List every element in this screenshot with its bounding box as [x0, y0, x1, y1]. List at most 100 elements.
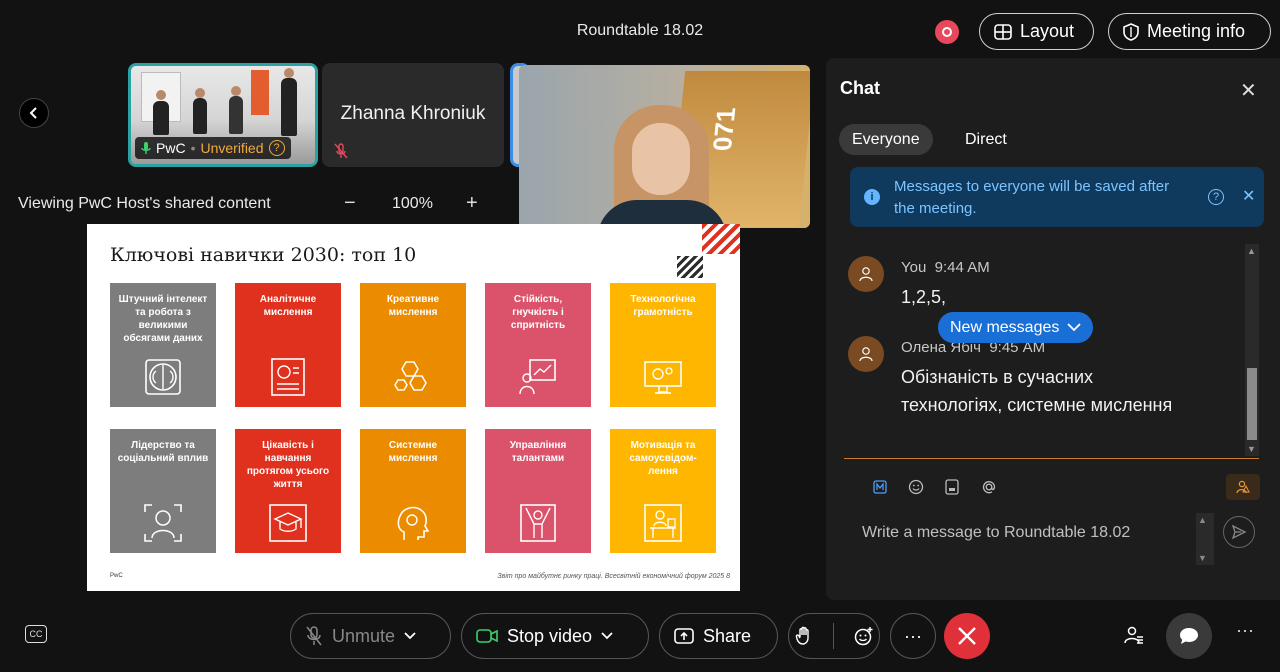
recording-indicator[interactable]	[935, 20, 959, 44]
chevron-down-icon[interactable]	[601, 632, 613, 640]
skill-label: Стійкість, гнучкість і спритність	[510, 294, 566, 331]
presenter-growth-icon	[519, 359, 556, 395]
leader-focus-icon	[144, 504, 182, 542]
unmute-button[interactable]: Unmute	[290, 613, 451, 659]
skill-tile: Цікавість і навчання протягом усього жит…	[235, 429, 341, 553]
close-icon	[958, 627, 976, 645]
share-label: Share	[703, 625, 752, 646]
chat-panel: Chat ✕ Everyone Direct i Messages to eve…	[826, 58, 1280, 600]
new-messages-button[interactable]: New messages	[938, 312, 1094, 343]
tab-everyone[interactable]: Everyone	[839, 124, 933, 155]
chevron-down-icon[interactable]	[404, 632, 416, 640]
poster-number: 071	[706, 107, 742, 151]
emoji-reaction-icon[interactable]	[854, 626, 874, 646]
slide-title: Ключові навички 2030: топ 10	[110, 244, 417, 266]
avatar	[848, 256, 884, 292]
skill-tile: Управління талантами	[485, 429, 591, 553]
video-camera-icon	[476, 629, 498, 643]
monitor-gears-icon	[644, 361, 682, 394]
chevron-left-icon	[29, 107, 37, 119]
chat-notice-banner: i Messages to everyone will be saved aft…	[850, 167, 1264, 227]
participants-button[interactable]	[1124, 625, 1144, 650]
emoji-icon[interactable]	[906, 477, 926, 497]
tab-direct[interactable]: Direct	[952, 124, 1020, 155]
skill-tile: Лідерство та соціальний вплив	[110, 429, 216, 553]
skill-tile: Технологічна грамотність	[610, 283, 716, 407]
participant-tile-pwc[interactable]: PwC • Unverified ?	[128, 63, 318, 167]
skill-label: Цікавість і навчання протягом усього жит…	[246, 440, 330, 490]
layout-button[interactable]: Layout	[979, 13, 1094, 50]
analytics-chart-icon	[271, 358, 305, 396]
chevron-down-icon	[1067, 323, 1082, 332]
scroll-down-arrow-icon[interactable]: ▼	[1198, 553, 1207, 563]
mention-icon[interactable]	[979, 477, 999, 497]
user-settings-icon[interactable]	[1226, 474, 1260, 500]
unmute-label: Unmute	[332, 625, 396, 646]
leave-meeting-button[interactable]	[944, 613, 990, 659]
share-screen-icon	[674, 628, 694, 644]
desk-worker-icon	[644, 504, 682, 542]
microphone-muted-icon	[334, 143, 348, 159]
message-text: 1,2,5,	[901, 287, 947, 307]
skill-tile: Креативне мислення	[360, 283, 466, 407]
viewing-shared-content-text: Viewing PwC Host's shared content	[18, 195, 271, 212]
participant-name: PwC	[156, 140, 186, 156]
meeting-info-button[interactable]: Meeting info	[1108, 13, 1271, 50]
share-button[interactable]: Share	[659, 613, 778, 659]
skill-label: Аналітичне мислення	[259, 294, 317, 318]
chat-message-input[interactable]: Write a message to Roundtable 18.02	[862, 524, 1130, 542]
help-icon[interactable]: ?	[268, 140, 285, 156]
participant-name: Zhanna Khroniuk	[340, 103, 486, 124]
brain-circuit-icon	[145, 359, 181, 395]
markdown-icon[interactable]	[870, 477, 890, 497]
message-text: Обізнаність в сучасних технологіях, систе…	[901, 367, 1173, 415]
close-icon[interactable]: ✕	[1240, 78, 1257, 103]
slide-footer-source: Звіт про майбутнє ринку праці. Всесвітні…	[497, 573, 730, 580]
chat-toggle-button[interactable]	[1166, 613, 1212, 659]
scroll-thumb[interactable]	[1247, 368, 1257, 440]
chat-bubble-icon	[1180, 628, 1198, 644]
skill-tile: Системне мислення	[360, 429, 466, 553]
message-time: 9:44 AM	[934, 259, 990, 276]
skill-tile: Стійкість, гнучкість і спритність	[485, 283, 591, 407]
hexagon-idea-icon	[394, 361, 427, 391]
more-options-button[interactable]: ···	[890, 613, 936, 659]
scroll-up-arrow-icon[interactable]: ▲	[1247, 246, 1256, 256]
chat-input-divider	[844, 458, 1259, 459]
zoom-level: 100%	[392, 195, 433, 212]
input-scrollbar[interactable]: ▲ ▼	[1196, 513, 1214, 565]
shared-slide: Ключові навички 2030: топ 10 Штучний інт…	[87, 224, 740, 591]
skill-label: Штучний інтелект та робота з великими об…	[118, 294, 208, 344]
previous-participants-button[interactable]	[19, 98, 49, 128]
zoom-out-button[interactable]: −	[344, 192, 356, 215]
slide-footer-logo: PwC	[110, 573, 123, 579]
scroll-up-arrow-icon[interactable]: ▲	[1198, 515, 1207, 525]
graduation-cap-icon	[269, 504, 307, 542]
gif-icon[interactable]	[942, 477, 962, 497]
chat-scrollbar[interactable]: ▲ ▼	[1245, 244, 1259, 456]
send-button[interactable]	[1223, 516, 1255, 548]
skill-label: Системне мислення	[388, 440, 438, 464]
help-icon[interactable]: ?	[1208, 189, 1224, 205]
scroll-down-arrow-icon[interactable]: ▼	[1247, 444, 1256, 454]
meeting-window: Roundtable 18.02 Layout Meeting info PwC…	[0, 0, 1280, 672]
skill-label: Управління талантами	[509, 440, 567, 464]
skill-label: Креативне мислення	[386, 294, 440, 318]
raise-hand-icon[interactable]	[795, 626, 813, 646]
more-icon[interactable]: ···	[1236, 620, 1254, 641]
stop-video-button[interactable]: Stop video	[461, 613, 649, 659]
closed-captions-icon[interactable]: CC	[25, 625, 47, 643]
zoom-in-button[interactable]: +	[466, 192, 478, 215]
head-gear-icon	[397, 506, 430, 540]
close-icon[interactable]: ✕	[1242, 186, 1255, 206]
self-view-video[interactable]: 071	[519, 65, 810, 228]
meeting-info-label: Meeting info	[1147, 21, 1246, 41]
participant-label: PwC • Unverified ?	[135, 137, 291, 159]
reactions-group	[788, 613, 880, 659]
participant-tile-zhanna[interactable]: Zhanna Khroniuk	[322, 63, 504, 167]
microphone-on-icon	[141, 142, 151, 154]
user-icon	[859, 347, 873, 362]
stop-video-label: Stop video	[507, 625, 593, 646]
message-author: You	[901, 259, 927, 276]
record-icon	[942, 27, 952, 37]
